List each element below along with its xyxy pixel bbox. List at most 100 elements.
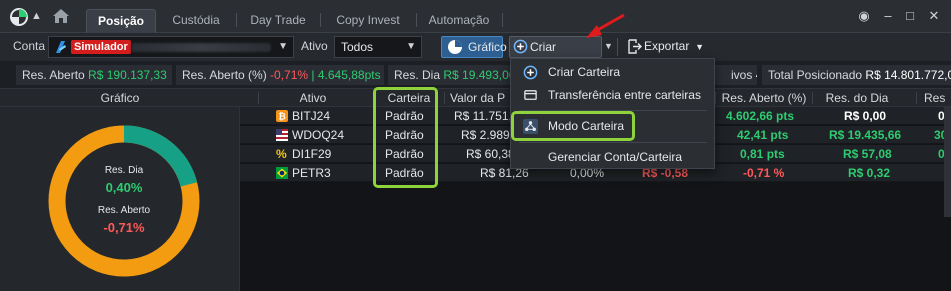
tab-divider xyxy=(320,13,321,27)
cell-ativo: WDOQ24 xyxy=(292,128,345,142)
menu-item-label: Transferência entre carteiras xyxy=(548,88,701,102)
menu-item-label: Gerenciar Conta/Carteira xyxy=(548,150,683,164)
chevron-down-icon: ▼ xyxy=(406,41,416,52)
conta-select[interactable]: Simulador ▼ xyxy=(48,36,294,58)
cell-res-aberto-pts: 4.602,66 pts xyxy=(726,109,795,123)
maximize-icon[interactable]: □ xyxy=(902,8,918,24)
stat-value: R$ 190.137,33 xyxy=(88,68,167,82)
simulador-badge: Simulador xyxy=(71,40,131,54)
cell-res-dia: R$ 19.435,66 xyxy=(829,128,902,142)
menu-item-label: Criar Carteira xyxy=(548,65,621,79)
close-icon[interactable]: ✕ xyxy=(926,8,942,24)
menu-item-transferencia[interactable]: Transferência entre carteiras xyxy=(511,84,714,106)
menu-divider xyxy=(519,142,707,143)
chevron-down-icon: ▼ xyxy=(695,42,704,52)
chart-panel: Gráfico Res. Dia 0,40% Res. Aberto -0,71… xyxy=(0,89,240,291)
transfer-icon xyxy=(524,90,537,100)
stat-value: R$ 14.801.772,01 xyxy=(865,68,951,82)
vertical-scrollbar[interactable] xyxy=(944,107,951,217)
pie-chart-icon xyxy=(448,40,462,54)
collapse-icon[interactable]: ▲ xyxy=(31,10,42,22)
ativo-select-value: Todos xyxy=(341,40,374,54)
svg-text:₿: ₿ xyxy=(278,112,285,122)
column-header-res-dia[interactable]: Res. do Dia xyxy=(814,89,900,107)
carteira-column-highlight xyxy=(373,87,438,188)
stats-row: Res. Aberto R$ 190.137,33 Res. Aberto (%… xyxy=(0,61,951,89)
br-flag-icon xyxy=(276,167,288,179)
menu-item-criar-carteira[interactable]: Criar Carteira xyxy=(511,61,714,83)
stat-res-aberto-pct: Res. Aberto (%) -0,71% | 4.645,88pts xyxy=(176,65,384,85)
plus-circle-icon xyxy=(513,39,528,54)
toolbar: Conta Simulador ▼ Ativo Todos ▼ Gráfico … xyxy=(0,33,951,74)
chart-panel-title: Gráfico xyxy=(0,89,240,107)
stat-value: 4 xyxy=(756,68,757,82)
stat-label: Res. Dia xyxy=(394,68,441,82)
tab-divider xyxy=(236,13,237,27)
ativo-select[interactable]: Todos ▼ xyxy=(334,36,422,58)
cell-ativo: PETR3 xyxy=(292,166,331,180)
tab-custodia[interactable]: Custódia xyxy=(158,9,234,33)
column-divider xyxy=(444,92,445,104)
column-header-res[interactable]: Res xyxy=(924,89,951,107)
redacted-account xyxy=(131,43,271,52)
tab-posicao[interactable]: Posição xyxy=(86,9,156,33)
stat-label: ivos xyxy=(731,68,753,82)
cell-res-aberto-pts: 0,81 pts xyxy=(740,147,785,161)
conta-label: Conta xyxy=(13,39,46,53)
menu-item-gerenciar[interactable]: Gerenciar Conta/Carteira xyxy=(511,146,714,168)
column-header-valor[interactable]: Valor da P xyxy=(450,89,514,107)
stat-ativos: ivos 4 xyxy=(715,65,757,85)
stat-label: Res. Aberto (%) xyxy=(182,68,267,82)
minimize-icon[interactable]: – xyxy=(880,8,896,24)
exportar-button[interactable]: Exportar ▼ xyxy=(626,36,706,58)
column-divider xyxy=(916,92,917,104)
stat-extra: | 4.645,88pts xyxy=(311,68,381,82)
donut-chart xyxy=(48,125,200,277)
tab-divider xyxy=(416,13,417,27)
cell-valor: R$ 11.751, xyxy=(454,109,512,123)
grafico-button[interactable]: Gráfico xyxy=(441,36,507,58)
cell-res-aberto-pts: 42,41 pts xyxy=(737,128,789,142)
cell-ativo: DI1F29 xyxy=(292,147,332,161)
plus-circle-icon xyxy=(523,65,538,80)
criar-carteira-dropdown-icon[interactable]: ▼ xyxy=(604,41,613,51)
stat-label: Total Posicionado xyxy=(768,68,863,82)
tab-automacao[interactable]: Automação xyxy=(418,9,500,33)
column-header-ativo[interactable]: Ativo xyxy=(288,89,338,107)
cell-res-dia: R$ 57,08 xyxy=(843,147,892,161)
tab-day-trade[interactable]: Day Trade xyxy=(238,9,318,33)
tab-copy-invest[interactable]: Copy Invest xyxy=(322,9,414,33)
exportar-label: Exportar xyxy=(644,39,690,53)
column-divider xyxy=(812,92,813,104)
stat-value: R$ 19.493,06 xyxy=(443,68,510,82)
chevron-down-icon: ▼ xyxy=(278,41,288,52)
stat-total-posicionado: Total Posicionado R$ 14.801.772,01 xyxy=(762,65,951,85)
column-divider xyxy=(715,92,716,104)
export-icon xyxy=(628,39,642,54)
cell-ativo: BITJ24 xyxy=(292,109,331,123)
stat-res-dia: Res. Dia R$ 19.493,06 xyxy=(388,65,510,85)
grafico-label: Gráfico xyxy=(468,40,507,54)
settings-icon[interactable]: ◉ xyxy=(856,8,872,24)
cell-res-dia: R$ 0,32 xyxy=(848,166,891,180)
title-bar: ▲ Posição Custódia Day Trade Copy Invest… xyxy=(0,0,951,33)
cell-res-dia: R$ 0,00 xyxy=(844,109,887,123)
stat-value: -0,71% xyxy=(270,68,309,82)
column-header-res-aberto-pct[interactable]: Res. Aberto (%) xyxy=(718,89,810,107)
home-icon[interactable] xyxy=(52,8,70,24)
us-flag-icon xyxy=(276,129,288,141)
app-logo-icon xyxy=(10,8,28,26)
percent-icon: % xyxy=(276,147,287,161)
ativo-label: Ativo xyxy=(301,39,328,53)
res-dia-value: 0,40% xyxy=(105,180,143,195)
cell-valor: R$ 60,38 xyxy=(466,147,515,161)
annotation-arrow-icon xyxy=(586,13,625,38)
modo-carteira-highlight xyxy=(511,111,635,141)
tab-divider xyxy=(502,13,503,27)
stat-res-aberto: Res. Aberto R$ 190.137,33 xyxy=(16,65,172,85)
res-dia-label: Res. Dia xyxy=(104,165,144,176)
stat-label: Res. Aberto xyxy=(22,68,85,82)
res-aberto-label: Res. Aberto xyxy=(97,205,151,216)
cell-res-aberto-pts: -0,71 % xyxy=(743,166,785,180)
column-divider xyxy=(258,92,259,104)
